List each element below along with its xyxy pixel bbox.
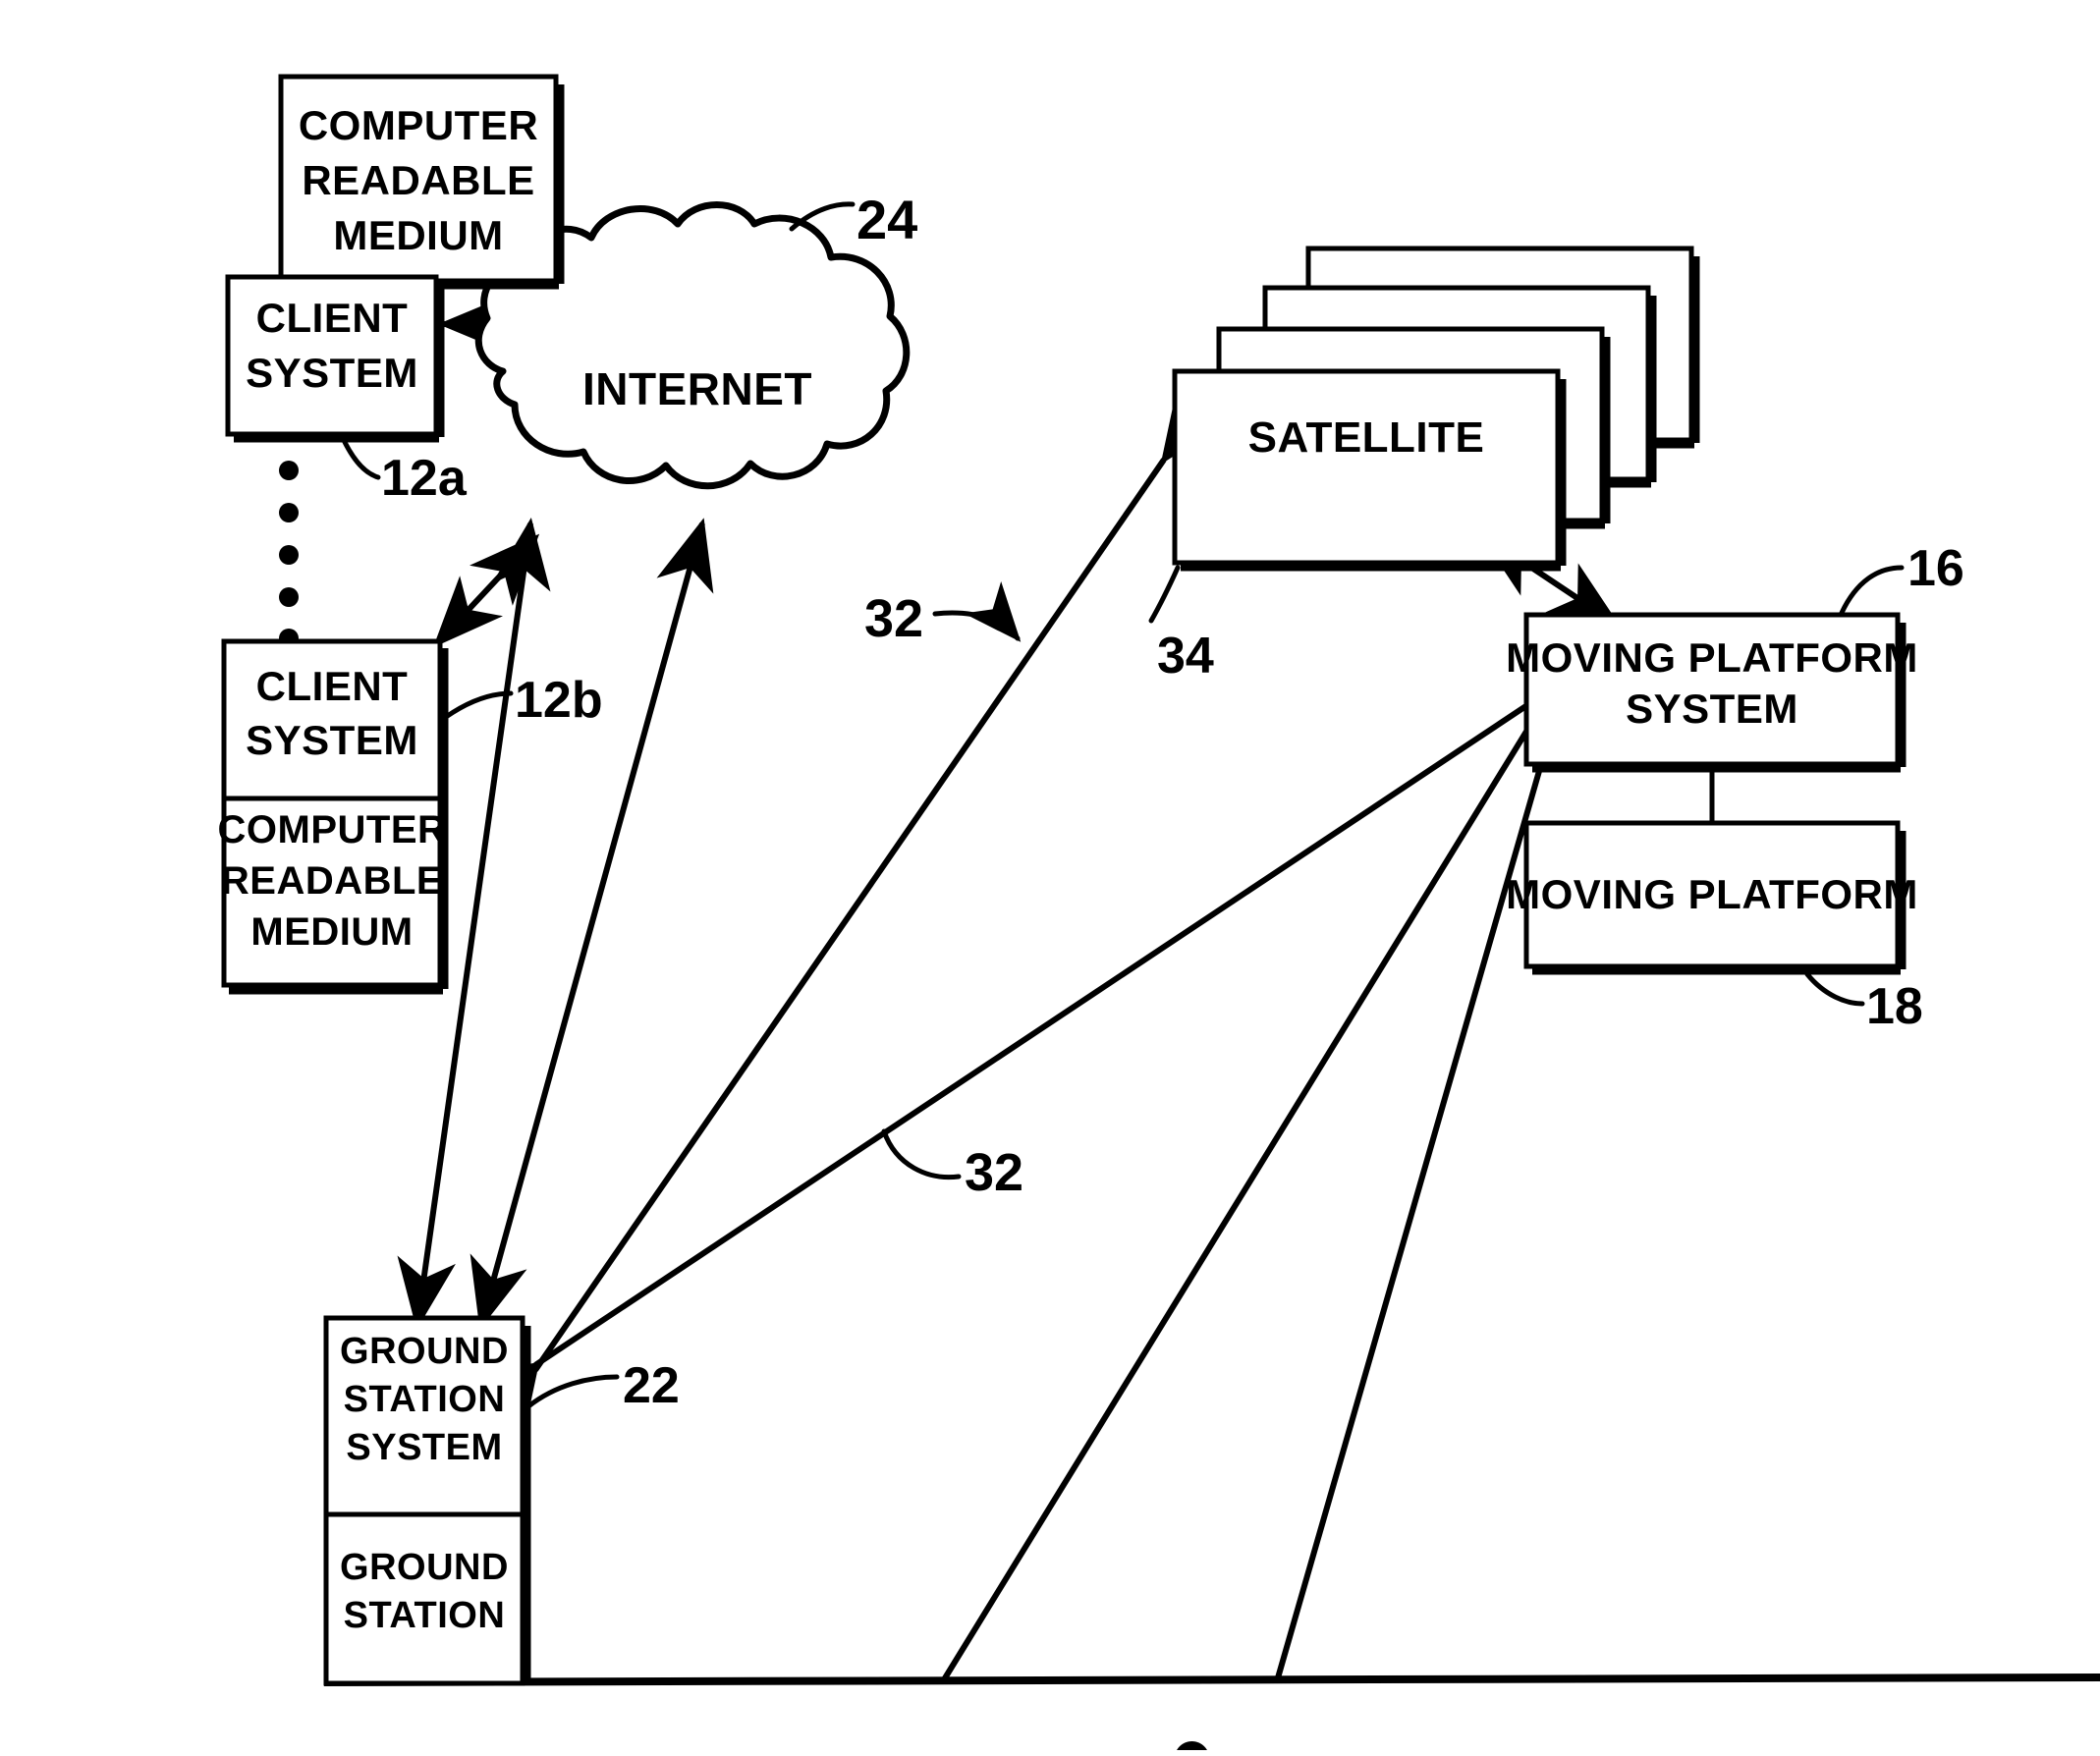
lead-line-16 [1839,565,1905,616]
crm-label-line3: MEDIUM [333,212,503,258]
satellite-label: SATELLITE [1248,413,1485,462]
ground-station-line2: STATION [344,1595,506,1636]
client-system-a-line2: SYSTEM [246,350,418,396]
ellipsis-dot-2 [279,503,299,522]
lead-line-22 [525,1374,620,1409]
patent-figure: INTERNET 24 COMPUTER READABLE MEDIUM CLI… [0,0,2100,1756]
client-b-crm-line2: READABLE [221,859,443,903]
ellipsis-dot-3 [279,545,299,565]
ellipsis-dot-1 [279,461,299,480]
ref-34: 34 [1157,628,1214,685]
client-system-b-line1: CLIENT [256,663,409,709]
lead-line-32-upper [932,580,1022,642]
lead-line-18 [1804,971,1865,1007]
link-moving-platform-to-ground-station [465,644,1598,1426]
client-b-crm-line3: MEDIUM [250,910,413,954]
lead-line-32-lower [881,1128,962,1180]
ground-station-system-line3: SYSTEM [346,1427,502,1468]
crm-label-line2: READABLE [302,157,534,203]
ref-16: 16 [1907,540,1964,597]
ref-32-lower: 32 [965,1143,1023,1202]
ref-32-upper: 32 [864,589,923,648]
ground-station-system-line1: GROUND [340,1331,509,1372]
link-moving-platform-horizon-a [940,720,1535,1683]
client-system-a-line1: CLIENT [256,295,409,341]
ref-12b: 12b [515,672,603,729]
client-b-crm-line1: COMPUTER [218,808,447,851]
horizon-line [323,1674,2100,1686]
ref-12a: 12a [381,450,468,507]
internet-label: INTERNET [582,363,812,414]
ref-22: 22 [623,1357,680,1414]
ellipsis-dot-4 [279,587,299,607]
ground-station-system-line2: STATION [344,1379,506,1420]
ref-18: 18 [1866,978,1923,1035]
moving-platform-label: MOVING PLATFORM [1506,871,1918,917]
figure-bottom-mark [1177,1741,1207,1750]
link-moving-platform-horizon-b [1274,726,1555,1682]
ground-station-line1: GROUND [340,1547,509,1588]
ref-24: 24 [857,189,917,250]
diagram-canvas: INTERNET 24 COMPUTER READABLE MEDIUM CLI… [218,74,2100,1750]
moving-platform-system-line2: SYSTEM [1626,686,1798,732]
client-system-b-line2: SYSTEM [246,717,418,763]
satellite-box-front [1172,368,1561,566]
lead-line-34 [1148,565,1181,624]
crm-label-line1: COMPUTER [299,102,538,148]
moving-platform-system-line1: MOVING PLATFORM [1506,634,1918,681]
link-satellite-to-ground-station [473,389,1226,1441]
